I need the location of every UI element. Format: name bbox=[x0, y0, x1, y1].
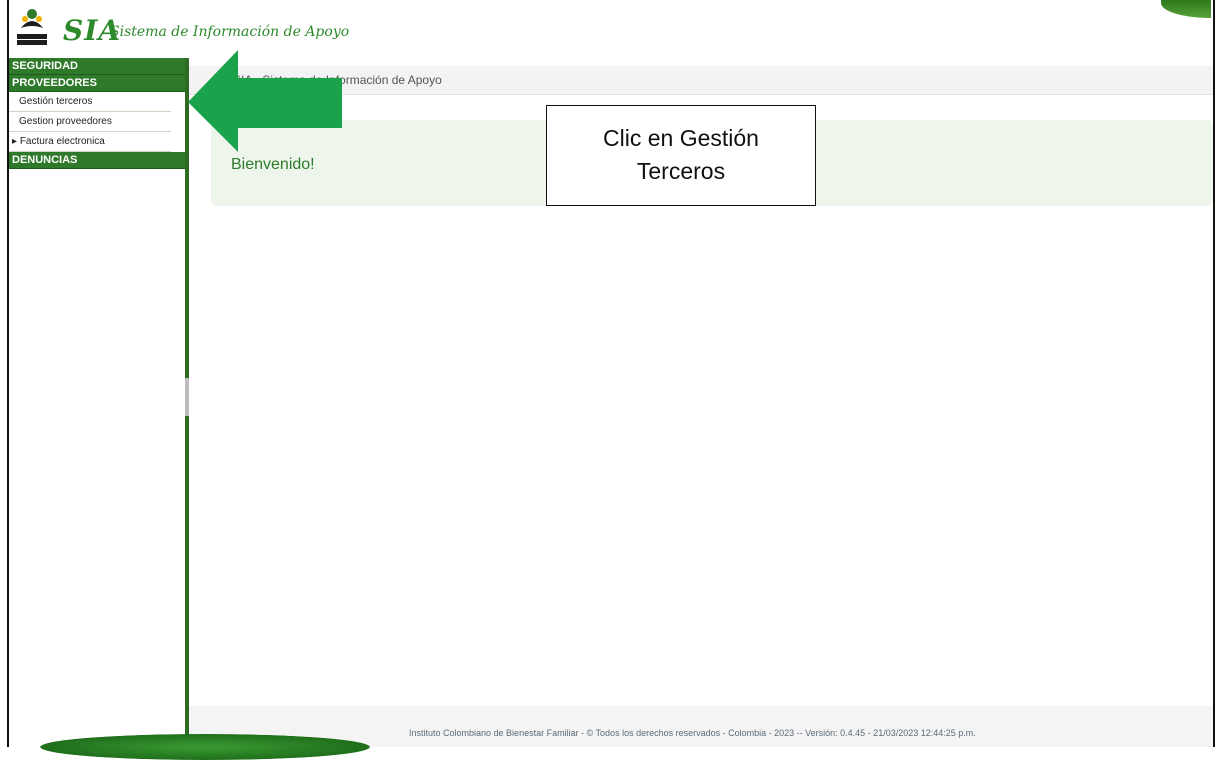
sidebar-section-seguridad[interactable]: SEGURIDAD bbox=[9, 58, 185, 75]
footer-swoosh-decoration bbox=[40, 734, 370, 760]
app-subtitle: Sistema de Información de Apoyo bbox=[110, 24, 350, 40]
corner-swoosh-decoration bbox=[1161, 0, 1211, 18]
sidebar-item-gestion-terceros[interactable]: Gestión terceros bbox=[9, 92, 171, 112]
icbf-logo-icon bbox=[15, 6, 49, 50]
annotation-line-1: Clic en Gestión bbox=[603, 125, 759, 151]
sidebar-menu: SEGURIDAD PROVEEDORES Gestión terceros G… bbox=[9, 58, 185, 747]
annotation-line-2: Terceros bbox=[636, 158, 726, 184]
sidebar-item-factura-electronica[interactable]: ▸ Factura electronica bbox=[9, 132, 171, 152]
annotation-callout: Clic en Gestión Terceros bbox=[546, 105, 816, 206]
sidebar-item-label: Factura electronica bbox=[19, 136, 105, 147]
annotation-arrow-icon bbox=[186, 48, 344, 152]
sidebar-section-proveedores[interactable]: PROVEEDORES bbox=[9, 75, 185, 92]
welcome-message: Bienvenido! bbox=[231, 156, 315, 173]
footer-text: Instituto Colombiano de Bienestar Famili… bbox=[409, 728, 976, 738]
sidebar-item-gestion-proveedores[interactable]: Gestion proveedores bbox=[9, 112, 171, 132]
chevron-right-icon: ▸ bbox=[12, 136, 20, 147]
sidebar-section-denuncias[interactable]: DENUNCIAS bbox=[9, 152, 185, 169]
